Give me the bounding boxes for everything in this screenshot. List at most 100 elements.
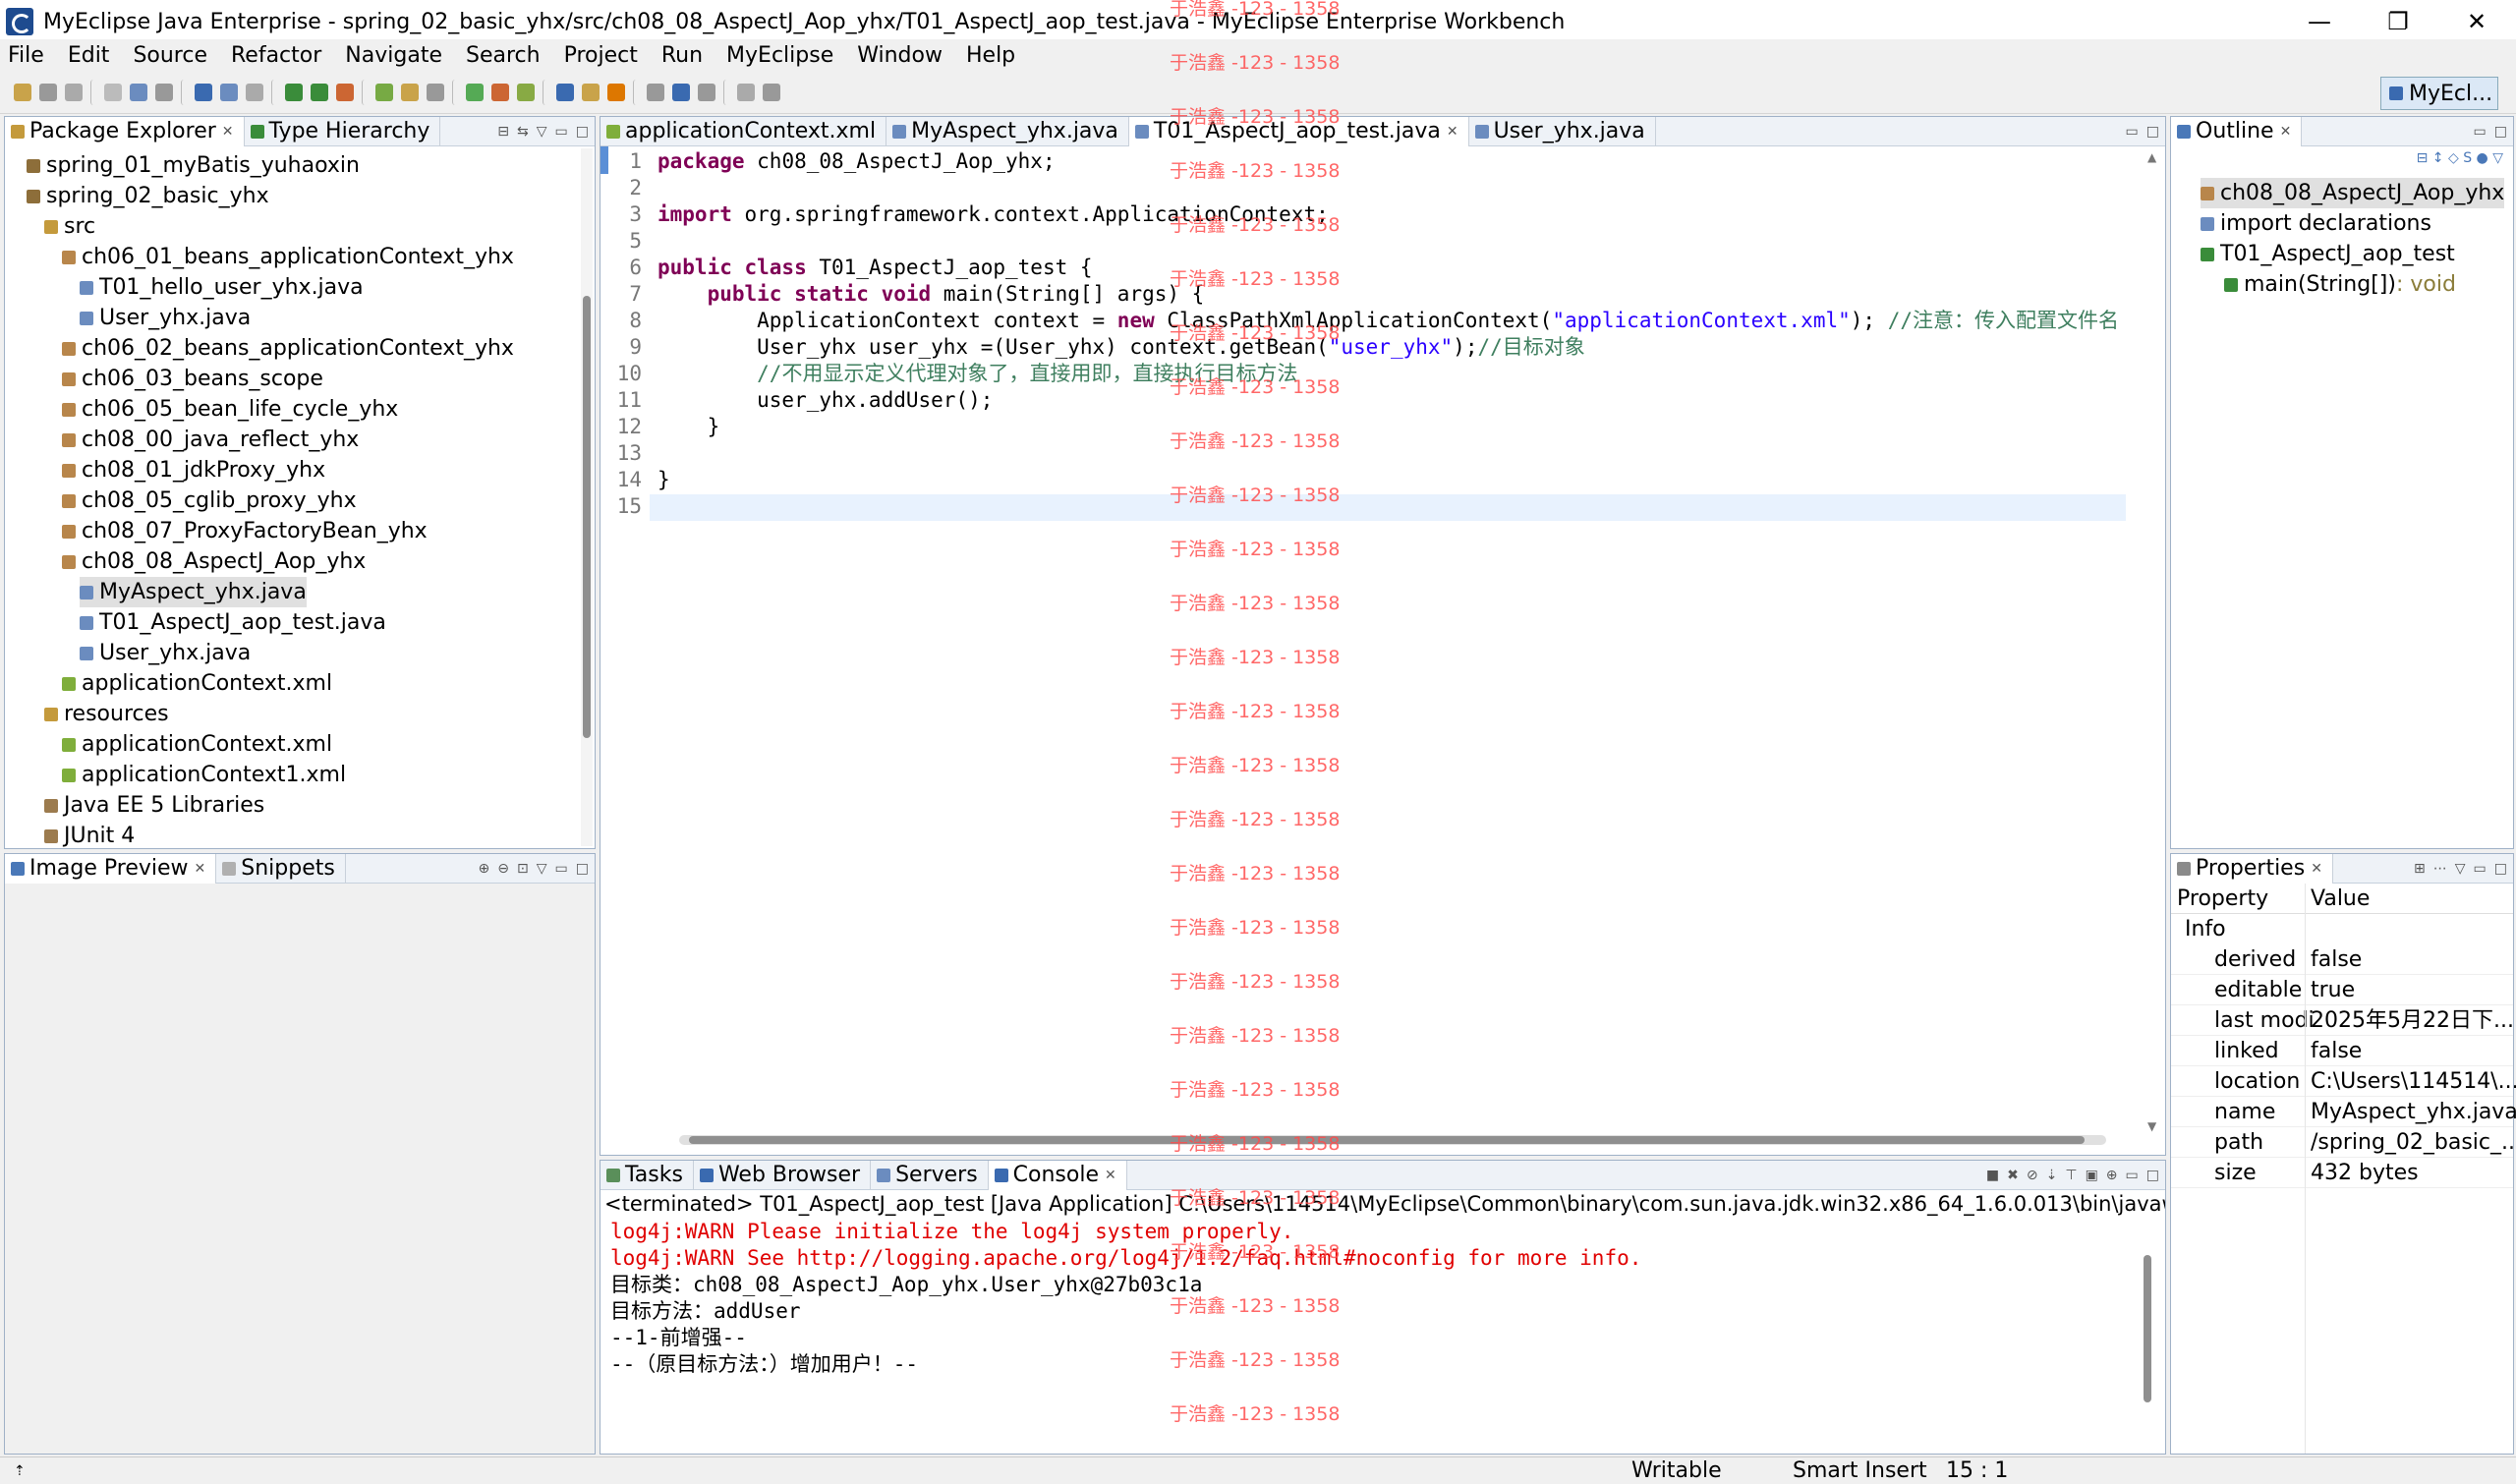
hide-nonpublic-icon[interactable]: ● [2477, 150, 2488, 166]
toolbar-icon[interactable] [220, 83, 238, 101]
tree-item[interactable]: applicationContext1.xml [62, 760, 346, 790]
menu-item-file[interactable]: File [8, 43, 44, 68]
toolbar-icon[interactable] [14, 83, 31, 101]
link-editor-icon[interactable]: ⇆ [517, 124, 529, 140]
toolbar-icon[interactable] [285, 83, 303, 101]
tree-item[interactable]: JUnit 4 [44, 821, 135, 851]
categories-icon[interactable]: ⊞ [2414, 861, 2426, 877]
toolbar-icon[interactable] [155, 83, 173, 101]
menu-item-refactor[interactable]: Refactor [231, 43, 321, 68]
close-icon[interactable]: ✕ [1105, 1161, 1116, 1190]
tree-item[interactable]: User_yhx.java [80, 303, 251, 333]
menu-item-myeclipse[interactable]: MyEclipse [726, 43, 833, 68]
tab-editor-file[interactable]: User_yhx.java [1469, 116, 1656, 146]
minimize-icon[interactable]: ▭ [2126, 124, 2139, 140]
maximize-icon[interactable]: □ [576, 861, 589, 877]
clear-console-icon[interactable]: ⊘ [2027, 1168, 2038, 1183]
maximize-icon[interactable]: □ [2494, 124, 2507, 140]
advanced-icon[interactable]: ⋯ [2433, 861, 2447, 877]
close-icon[interactable]: ✕ [2311, 854, 2322, 884]
scroll-thumb[interactable] [689, 1136, 2085, 1144]
property-row[interactable]: linked false [2171, 1036, 2513, 1066]
maximize-icon[interactable]: □ [2494, 861, 2507, 877]
menu-item-edit[interactable]: Edit [68, 43, 110, 68]
outline-item[interactable]: T01_AspectJ_aop_test [2201, 239, 2455, 269]
toolbar-icon[interactable] [698, 83, 715, 101]
maximize-icon[interactable]: □ [2146, 124, 2159, 140]
menu-item-help[interactable]: Help [966, 43, 1015, 68]
toolbar-icon[interactable] [375, 83, 393, 101]
tree-item[interactable]: ch06_02_beans_applicationContext_yhx [62, 333, 514, 364]
tree-item[interactable]: ch06_03_beans_scope [62, 364, 323, 394]
scroll-lock-icon[interactable]: ⇣ [2046, 1168, 2058, 1183]
toolbar-icon[interactable] [737, 83, 755, 101]
outline-item[interactable]: ch08_08_AspectJ_Aop_yhx [2201, 178, 2505, 208]
display-console-icon[interactable]: ▣ [2086, 1168, 2098, 1183]
console-scrollbar[interactable] [2142, 1255, 2153, 1422]
perspective-switcher[interactable]: MyEcl... [2380, 77, 2498, 110]
open-console-icon[interactable]: ⊕ [2106, 1168, 2118, 1183]
close-button[interactable]: ✕ [2437, 0, 2516, 43]
outline-item[interactable]: main(String[]) : void [2224, 269, 2456, 300]
code-area[interactable]: 1 package ch08_08_AspectJ_Aop_yhx; 2 3 impor… [614, 146, 2136, 1125]
image-preview-scrollbar[interactable] [579, 897, 591, 1428]
close-icon[interactable]: ✕ [222, 117, 234, 146]
toolbar-icon[interactable] [65, 83, 83, 101]
property-row[interactable]: size 432 bytes [2171, 1158, 2513, 1188]
toolbar-icon[interactable] [647, 83, 664, 101]
zoom-in-icon[interactable]: ⊕ [479, 861, 490, 877]
toolbar-icon[interactable] [104, 83, 122, 101]
minimize-icon[interactable]: ▭ [2126, 1168, 2139, 1183]
tab-snippets[interactable]: Snippets [216, 853, 346, 884]
tab-editor-file[interactable]: T01_AspectJ_aop_test.java ✕ [1128, 116, 1469, 146]
zoom-out-icon[interactable]: ⊖ [497, 861, 509, 877]
close-icon[interactable]: ✕ [2280, 117, 2292, 146]
toolbar-icon[interactable] [130, 83, 147, 101]
tree-item[interactable]: User_yhx.java [80, 638, 251, 668]
tree-item[interactable]: applicationContext.xml [62, 668, 332, 699]
editor-vertical-scrollbar[interactable]: ▲ ▼ [2147, 150, 2159, 1133]
minimize-icon[interactable]: ▭ [555, 124, 568, 140]
tab-console[interactable]: Console ✕ [988, 1160, 1127, 1190]
console-output[interactable]: log4j:WARN Please initialize the log4j s… [600, 1219, 2165, 1454]
view-menu-icon[interactable]: ▽ [2492, 150, 2503, 166]
property-row[interactable]: name MyAspect_yhx.java [2171, 1097, 2516, 1127]
tab-tasks[interactable]: Tasks [600, 1160, 694, 1190]
view-menu-icon[interactable]: ▽ [537, 124, 547, 140]
tree-item[interactable]: MyAspect_yhx.java [80, 577, 307, 607]
tab-properties[interactable]: Properties ✕ [2171, 853, 2333, 884]
maximize-icon[interactable]: □ [576, 124, 589, 140]
menu-item-run[interactable]: Run [661, 43, 703, 68]
toolbar-icon[interactable] [517, 83, 535, 101]
toolbar-icon[interactable] [39, 83, 57, 101]
tree-item[interactable]: T01_AspectJ_aop_test.java [80, 607, 386, 638]
toolbar-icon[interactable] [336, 83, 354, 101]
tree-item[interactable]: ch08_05_cglib_proxy_yhx [62, 485, 357, 516]
maximize-icon[interactable]: □ [2146, 1168, 2159, 1183]
tab-servers[interactable]: Servers [871, 1160, 989, 1190]
tree-item[interactable]: ch06_05_bean_life_cycle_yhx [62, 394, 398, 425]
remove-launches-icon[interactable]: ✖ [2007, 1168, 2019, 1183]
restore-button[interactable]: ❐ [2359, 0, 2437, 43]
close-icon[interactable]: ✕ [1447, 117, 1458, 146]
menu-item-search[interactable]: Search [466, 43, 541, 68]
tab-editor-file[interactable]: applicationContext.xml [600, 116, 887, 146]
fit-icon[interactable]: ⊡ [517, 861, 529, 877]
hide-static-icon[interactable]: S [2463, 150, 2472, 166]
menu-item-navigate[interactable]: Navigate [345, 43, 442, 68]
minimize-icon[interactable]: ▭ [555, 861, 568, 877]
menu-item-source[interactable]: Source [133, 43, 207, 68]
editor-horizontal-scrollbar[interactable] [679, 1135, 2106, 1145]
outline-item[interactable]: import declarations [2201, 208, 2431, 239]
tree-item[interactable]: spring_02_basic_yhx [27, 181, 269, 211]
view-menu-icon[interactable]: ▽ [537, 861, 547, 877]
collapse-all-icon[interactable]: ⊟ [2417, 150, 2429, 166]
tree-item[interactable]: applicationContext.xml [62, 729, 332, 760]
tree-item[interactable]: T01_hello_user_yhx.java [80, 272, 364, 303]
tree-item[interactable]: ch08_00_java_reflect_yhx [62, 425, 359, 455]
tree-item[interactable]: spring_01_myBatis_yuhaoxin [27, 150, 360, 181]
tab-image-preview[interactable]: Image Preview ✕ [5, 853, 217, 884]
hide-fields-icon[interactable]: ◇ [2448, 150, 2459, 166]
scroll-thumb[interactable] [583, 296, 591, 738]
tree-item[interactable]: ch06_01_beans_applicationContext_yhx [62, 242, 514, 272]
